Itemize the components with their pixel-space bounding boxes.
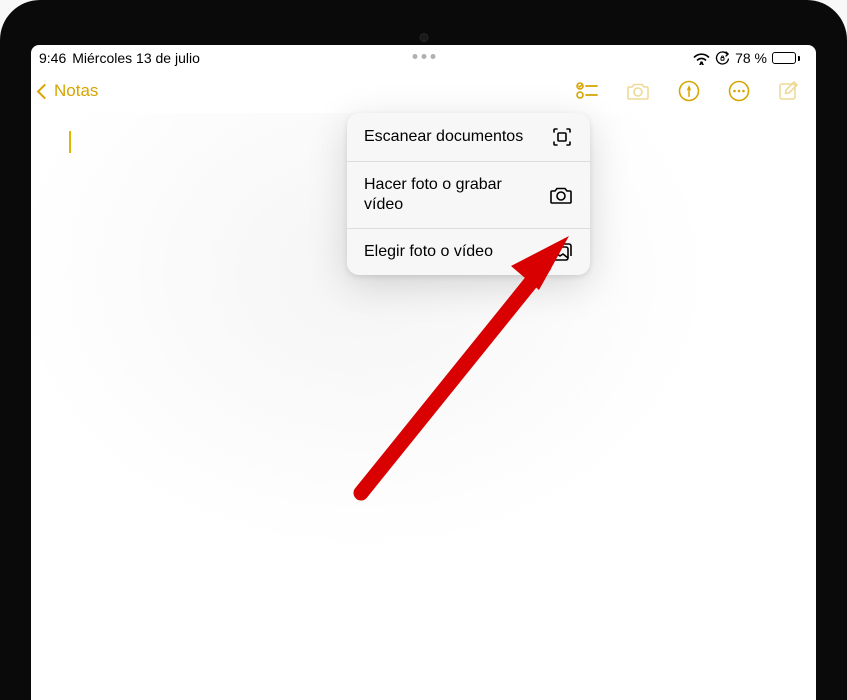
camera-icon [549, 185, 573, 205]
navigation-bar: Notas [31, 69, 816, 113]
status-right: 78 % [693, 50, 800, 66]
status-left: 9:46 Miércoles 13 de julio [39, 50, 200, 66]
multitask-indicator[interactable] [412, 54, 435, 59]
battery-icon [772, 52, 800, 64]
menu-item-label: Hacer foto o grabar vídeo [364, 175, 524, 215]
camera-action-menu: Escanear documentos Hacer foto o grabar … [347, 113, 590, 275]
menu-item-label: Escanear documentos [364, 127, 523, 147]
back-label: Notas [54, 81, 98, 101]
menu-item-label: Elegir foto o vídeo [364, 242, 493, 262]
status-date: Miércoles 13 de julio [72, 50, 200, 66]
ipad-frame: 9:46 Miércoles 13 de julio [0, 0, 847, 700]
battery-percent: 78 % [735, 50, 767, 66]
toolbar [576, 80, 800, 102]
orientation-lock-icon [715, 51, 730, 66]
menu-item-scan-documents[interactable]: Escanear documentos [347, 113, 590, 162]
menu-item-choose-photo-video[interactable]: Elegir foto o vídeo [347, 229, 590, 275]
wifi-icon [693, 52, 710, 65]
text-cursor [69, 131, 71, 153]
camera-icon[interactable] [626, 81, 650, 101]
compose-icon[interactable] [778, 80, 800, 102]
more-icon[interactable] [728, 80, 750, 102]
screen: 9:46 Miércoles 13 de julio [31, 45, 816, 700]
markup-icon[interactable] [678, 80, 700, 102]
gallery-icon [549, 242, 573, 262]
scan-icon [551, 126, 573, 148]
chevron-left-icon [37, 83, 53, 99]
status-bar: 9:46 Miércoles 13 de julio [31, 45, 816, 69]
checklist-icon[interactable] [576, 81, 598, 101]
front-camera [419, 33, 428, 42]
status-time: 9:46 [39, 50, 66, 66]
note-content[interactable]: Escanear documentos Hacer foto o grabar … [31, 113, 816, 698]
back-button[interactable]: Notas [39, 81, 98, 101]
menu-item-take-photo-video[interactable]: Hacer foto o grabar vídeo [347, 162, 590, 229]
